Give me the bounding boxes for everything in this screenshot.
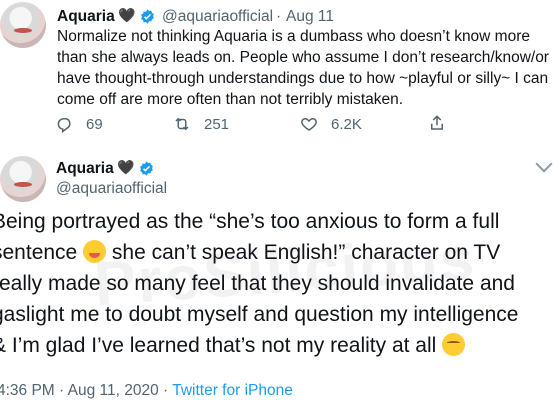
- tweet-line-2-end: she can’t speak English!” character on T…: [111, 241, 501, 264]
- tweet-text: Normalize not thinking Aquaria is a dumb…: [57, 28, 549, 108]
- retweet-button[interactable]: 251: [172, 115, 229, 133]
- verified-icon: [138, 160, 155, 182]
- like-count: 6.2K: [331, 115, 362, 133]
- zany-face-emoji-icon: [83, 240, 107, 263]
- tweet-date[interactable]: Aug 11: [286, 8, 334, 26]
- relieved-face-emoji-icon: [442, 333, 466, 356]
- tweet-line-2: sentence she can’t speak English!” chara…: [0, 237, 560, 268]
- handle[interactable]: @aquariaofficial: [162, 8, 273, 26]
- tweet-timestamp[interactable]: 4:36 PM · Aug 11, 2020 ·: [0, 382, 172, 399]
- separator-dot: ·: [276, 8, 282, 25]
- retweet-icon: [175, 117, 189, 131]
- like-button[interactable]: 6.2K: [299, 115, 362, 133]
- avatar[interactable]: [0, 2, 46, 48]
- reply-button[interactable]: 69: [56, 115, 103, 133]
- share-button[interactable]: [428, 113, 446, 133]
- tweet-line-5-text: & I’m glad I’ve learned that’s not my re…: [0, 334, 437, 357]
- reply-count: 69: [86, 115, 103, 133]
- display-name[interactable]: Aquaria: [57, 8, 115, 26]
- display-name[interactable]: Aquaria: [56, 160, 114, 178]
- tweet-line-1: Being portrayed as the “she’s too anxiou…: [0, 210, 500, 233]
- retweet-count: 251: [204, 115, 230, 133]
- handle[interactable]: @aquariaofficial: [56, 180, 167, 198]
- tweet-footer: 4:36 PM · Aug 11, 2020 · Twitter for iPh…: [0, 382, 293, 400]
- avatar[interactable]: [0, 156, 46, 202]
- heart-icon: 🖤: [117, 159, 135, 175]
- share-icon: [431, 115, 443, 130]
- tweet-line-4: gaslight me to doubt myself and question…: [0, 303, 519, 326]
- more-options-icon[interactable]: [535, 155, 553, 173]
- reply-icon: [57, 118, 71, 133]
- tweet-source[interactable]: Twitter for iPhone: [172, 382, 293, 399]
- tweet-main-text: Being portrayed as the “she’s too anxiou…: [0, 206, 560, 361]
- like-icon: [301, 117, 317, 131]
- tweet-line-3: really made so many feel that they shoul…: [0, 272, 515, 295]
- tweet-line-2-start: sentence: [0, 241, 78, 264]
- heart-icon: 🖤: [118, 7, 136, 23]
- tweet-line-5: & I’m glad I’ve learned that’s not my re…: [0, 330, 560, 361]
